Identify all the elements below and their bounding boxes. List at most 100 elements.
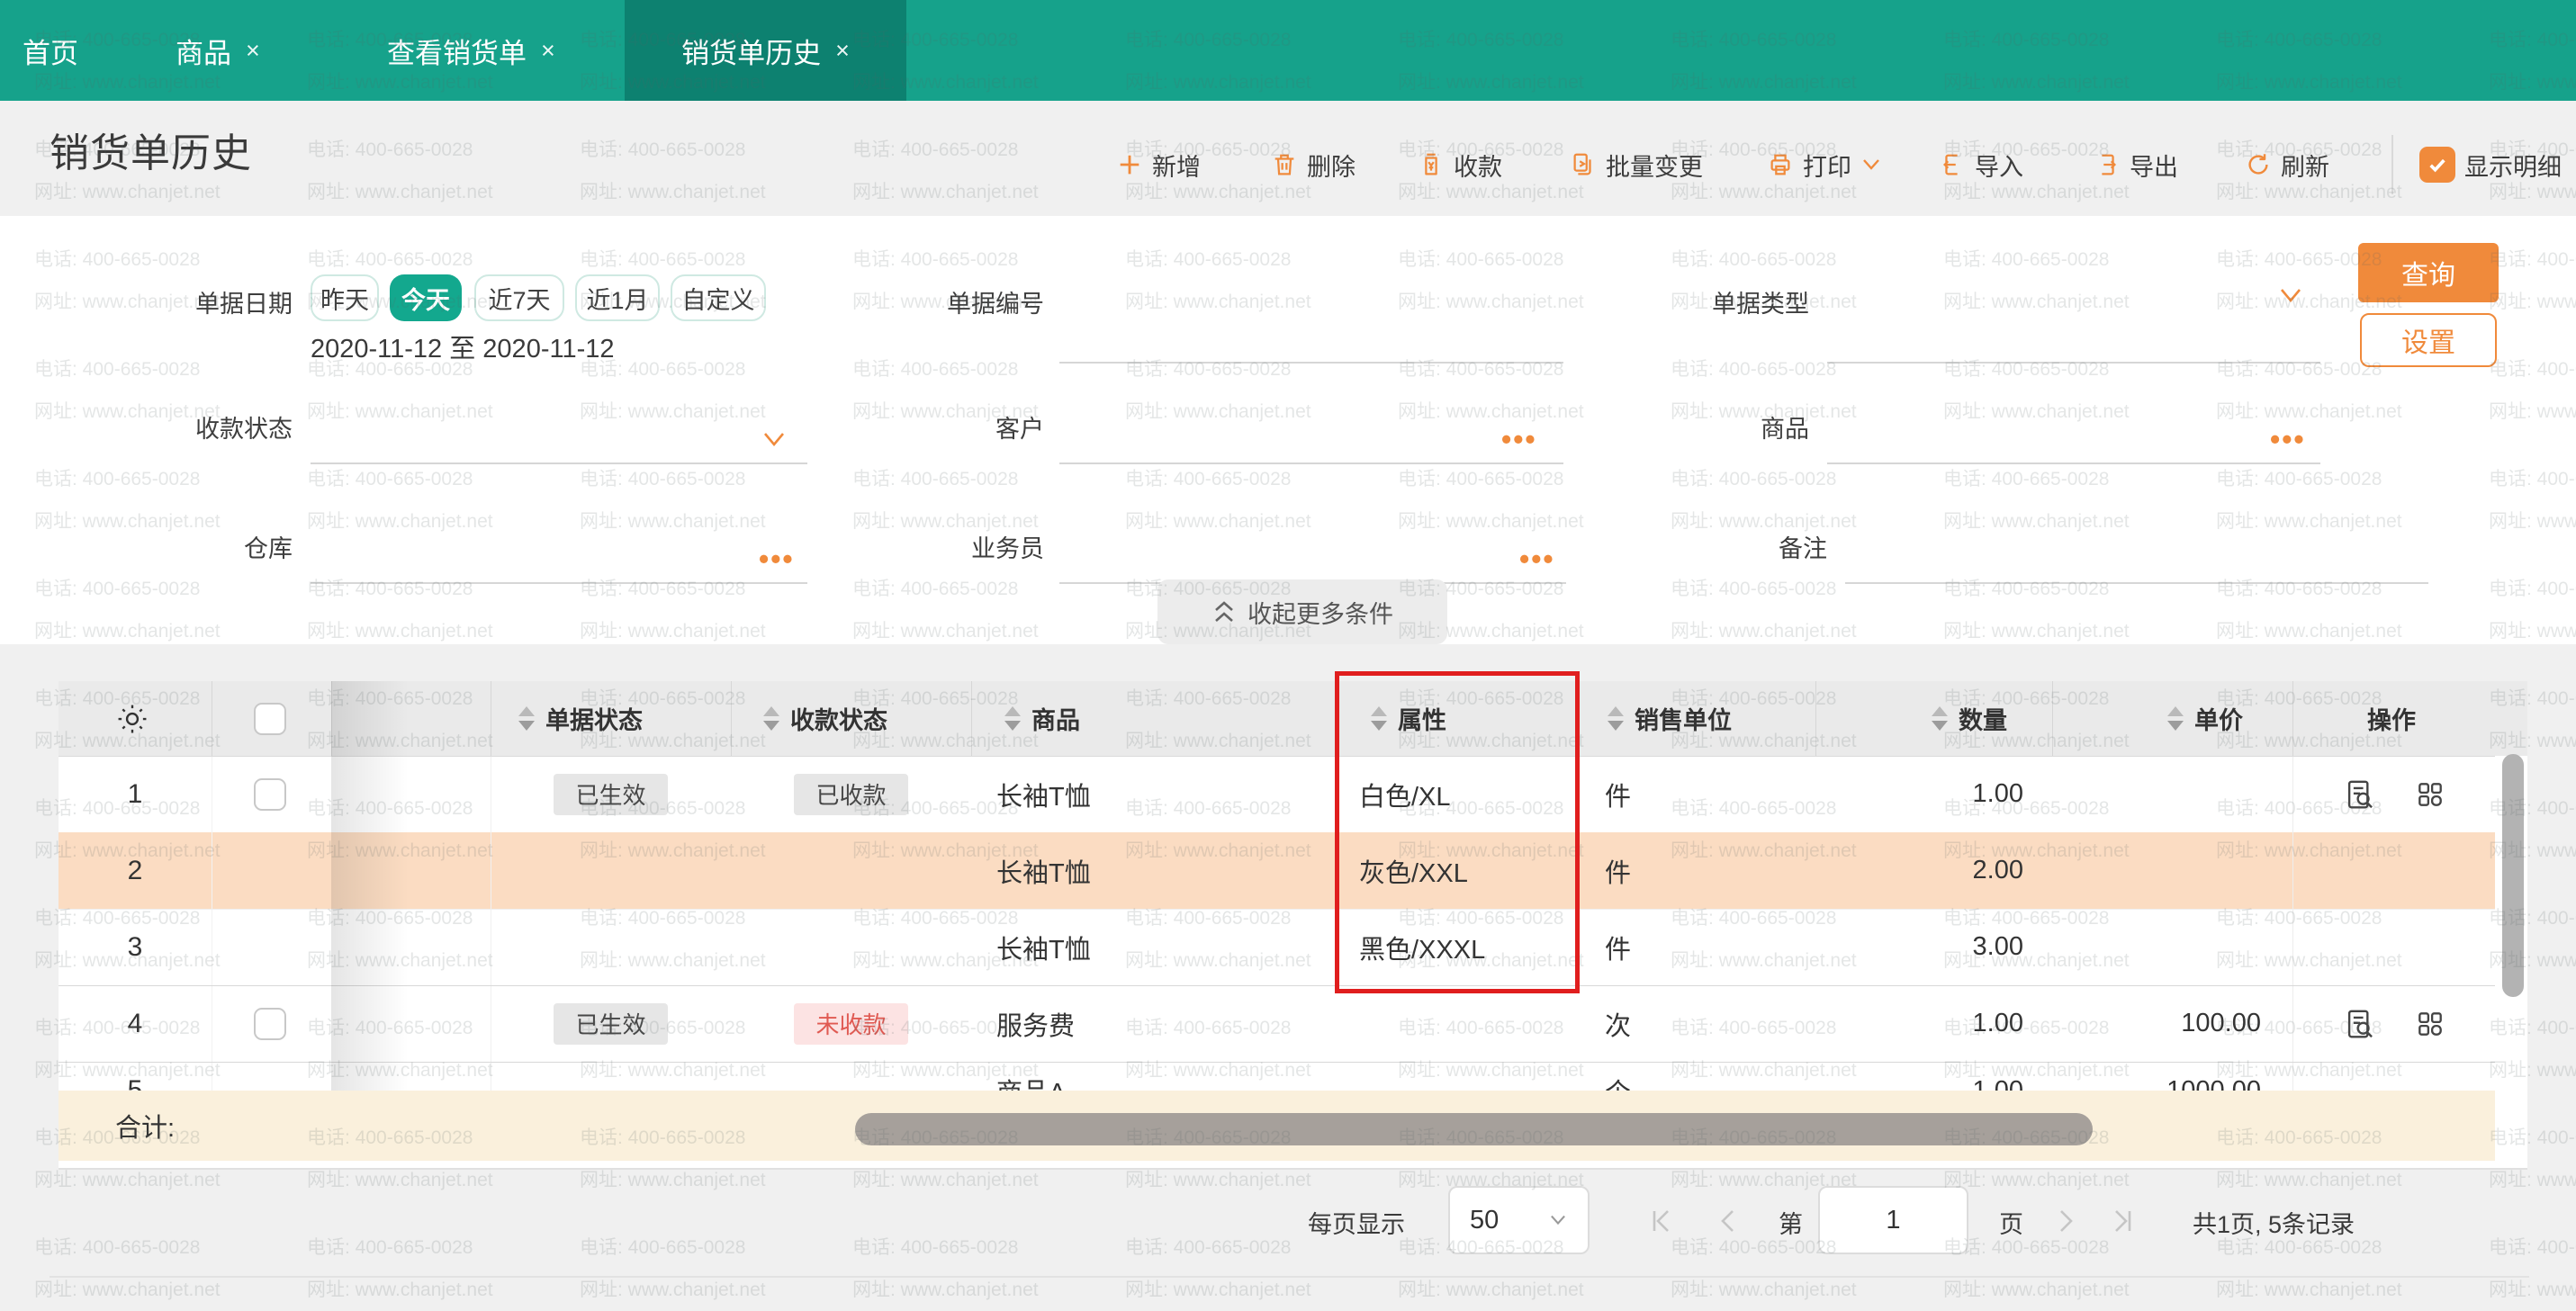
column-header-product[interactable]: 商品	[1004, 681, 1080, 756]
tab-products[interactable]: 商品 ×	[176, 0, 260, 101]
delete-button[interactable]: 删除	[1271, 137, 1356, 193]
sort-icon[interactable]	[1371, 706, 1387, 731]
batch-change-button[interactable]: 批量变更	[1570, 137, 1703, 193]
customer-input[interactable]	[1059, 462, 1563, 464]
per-page-label: 每页显示	[1308, 1204, 1405, 1240]
settings-button[interactable]: 设置	[2360, 313, 2497, 367]
salesman-picker-dots-icon[interactable]: •••	[1519, 550, 1555, 568]
row-checkbox[interactable]	[212, 985, 329, 1062]
query-button[interactable]: 查询	[2358, 243, 2499, 302]
column-label: 销售单位	[1635, 701, 1732, 736]
add-button[interactable]: 新增	[1116, 137, 1201, 193]
collect-payment-button[interactable]: 收款	[1418, 137, 1502, 193]
horizontal-scrollbar[interactable]	[855, 1113, 2093, 1145]
sort-icon[interactable]	[2167, 706, 2184, 731]
printer-icon	[1767, 151, 1794, 178]
warehouse-picker-dots-icon[interactable]: •••	[759, 550, 795, 568]
doc-type-chevron-down-icon[interactable]	[2277, 286, 2304, 306]
export-button[interactable]: 导出	[2094, 137, 2178, 193]
sort-icon[interactable]	[763, 706, 779, 731]
checkbox-checked-icon[interactable]	[2419, 147, 2455, 183]
column-label: 属性	[1398, 701, 1446, 736]
export-button-label: 导出	[2130, 148, 2178, 183]
date-preset-7days[interactable]: 近7天	[474, 274, 564, 321]
last-page-icon[interactable]	[2110, 1206, 2137, 1236]
doc-type-label: 单据类型	[1602, 284, 1809, 319]
app-window: 首页 商品 × 查看销货单 × 销货单历史 × 销货单历史 新增 删除 收款 批…	[0, 0, 2576, 1311]
view-detail-icon[interactable]	[2343, 1007, 2377, 1041]
doc-no-label: 单据编号	[837, 284, 1044, 319]
page-number-input[interactable]: 1	[1818, 1186, 1968, 1254]
unit-cell: 件	[1605, 756, 1803, 832]
tab-sales-order-history[interactable]: 销货单历史 ×	[625, 0, 906, 101]
refresh-icon	[2245, 151, 2272, 178]
sort-icon[interactable]	[1608, 706, 1624, 731]
column-settings-gear-icon[interactable]	[115, 681, 149, 756]
customer-picker-dots-icon[interactable]: •••	[1501, 430, 1537, 448]
date-preset-custom[interactable]: 自定义	[671, 274, 766, 321]
column-header-unit[interactable]: 销售单位	[1608, 681, 1732, 756]
tab-home[interactable]: 首页	[23, 0, 78, 101]
remark-input[interactable]	[1845, 582, 2428, 584]
doc-type-input[interactable]	[1827, 362, 2320, 364]
print-button[interactable]: 打印	[1767, 137, 1882, 193]
product-filter-input[interactable]	[1827, 462, 2320, 464]
date-range-value[interactable]: 2020-11-12 至 2020-11-12	[311, 328, 615, 365]
doc-no-input[interactable]	[1059, 362, 1563, 364]
row-seq: 4	[59, 985, 212, 1062]
page-title: 销货单历史	[50, 121, 252, 178]
date-preset-today[interactable]: 今天	[390, 274, 462, 321]
column-header-doc-status[interactable]: 单据状态	[518, 681, 643, 756]
column-header-price[interactable]: 单价	[2167, 681, 2243, 756]
view-detail-icon[interactable]	[2343, 777, 2377, 812]
tab-products-close-icon[interactable]: ×	[246, 37, 260, 65]
column-header-qty[interactable]: 数量	[1932, 681, 2007, 756]
pay-status-cell: 已收款	[731, 756, 971, 832]
batch-change-icon	[1570, 151, 1597, 178]
qty-cell: 2.00	[1815, 832, 2023, 909]
sort-icon[interactable]	[518, 706, 535, 731]
date-preset-yesterday[interactable]: 昨天	[311, 274, 379, 321]
pay-status-cell: 未收款	[731, 985, 971, 1062]
sort-icon[interactable]	[1932, 706, 1948, 731]
pay-status-input[interactable]	[311, 462, 807, 464]
sort-icon[interactable]	[1004, 706, 1021, 731]
show-detail-toggle[interactable]: 显示明细	[2419, 137, 2562, 193]
first-page-icon[interactable]	[1647, 1206, 1674, 1236]
column-header-attr[interactable]: 属性	[1371, 681, 1446, 756]
row-checkbox[interactable]	[212, 756, 329, 832]
grid-actions-icon[interactable]	[2415, 779, 2445, 810]
batch-change-label: 批量变更	[1606, 148, 1703, 183]
warehouse-input[interactable]	[311, 582, 807, 584]
pay-status-label: 收款状态	[86, 409, 293, 444]
prev-page-icon[interactable]	[1715, 1206, 1742, 1236]
product-picker-dots-icon[interactable]: •••	[2270, 430, 2306, 448]
print-dropdown-chevron-icon[interactable]	[1860, 157, 1882, 173]
tab-view-sales-order[interactable]: 查看销货单 ×	[387, 0, 555, 101]
product-filter-label: 商品	[1602, 409, 1809, 444]
collapse-filters-button[interactable]: 收起更多条件	[1157, 579, 1447, 644]
import-button[interactable]: 导入	[1939, 137, 2023, 193]
tab-products-label: 商品	[176, 31, 231, 71]
total-label: 合计:	[115, 1091, 175, 1161]
per-page-select[interactable]: 50	[1448, 1186, 1590, 1254]
vertical-scrollbar[interactable]	[2502, 754, 2524, 997]
import-icon	[1939, 151, 1966, 178]
date-preset-1month[interactable]: 近1月	[575, 274, 660, 321]
grid-actions-icon[interactable]	[2415, 1009, 2445, 1039]
attr-cell: 灰色/XXL	[1359, 832, 1575, 909]
product-cell: 长袖T恤	[996, 832, 1329, 909]
column-header-pay-status[interactable]: 收款状态	[763, 681, 887, 756]
refresh-button[interactable]: 刷新	[2245, 137, 2329, 193]
product-cell: 服务费	[996, 985, 1329, 1062]
next-page-icon[interactable]	[2052, 1206, 2079, 1236]
pay-status-chevron-down-icon[interactable]	[761, 430, 788, 450]
tab-home-label: 首页	[23, 31, 78, 71]
collapse-filters-label: 收起更多条件	[1247, 595, 1393, 630]
select-all-checkbox[interactable]	[254, 681, 286, 756]
tab-sales-order-history-close-icon[interactable]: ×	[835, 37, 850, 65]
column-label: 数量	[1959, 701, 2007, 736]
tab-view-sales-order-close-icon[interactable]: ×	[541, 37, 555, 65]
row-seq: 1	[59, 756, 212, 832]
header-divider	[731, 681, 732, 756]
